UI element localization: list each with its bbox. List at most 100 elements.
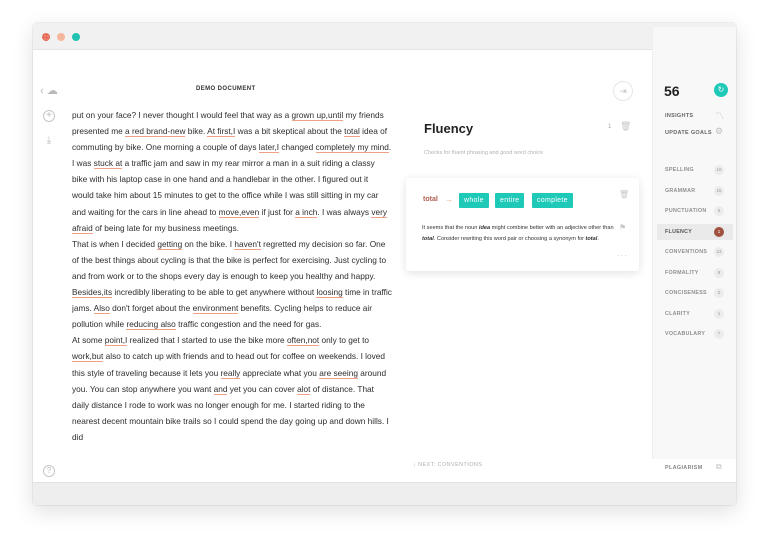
flagged-text[interactable]: point,I	[104, 335, 128, 347]
category-count-badge: 6	[714, 206, 724, 216]
update-goals-link[interactable]: UPDATE GOALS	[665, 130, 712, 136]
flagged-text[interactable]: stuck at	[93, 158, 123, 170]
flagged-text[interactable]: are seeing	[319, 367, 358, 379]
document-text: if just for	[259, 206, 296, 217]
document-text: was a bit skeptical about the	[235, 126, 345, 137]
flagged-text[interactable]: often,not	[286, 335, 320, 347]
explanation-text: might combine better with an adjective o…	[490, 225, 614, 231]
help-icon[interactable]: ?	[43, 465, 55, 477]
flagged-text[interactable]: really	[220, 367, 241, 379]
back-to-documents-icon[interactable]: ‹ ☁	[38, 85, 60, 97]
more-options-icon[interactable]: ···	[617, 251, 628, 260]
flagged-text[interactable]: alot	[297, 383, 311, 395]
category-spelling[interactable]: SPELLING 10	[657, 162, 733, 178]
category-punctuation[interactable]: PUNCTUATION 6	[657, 203, 733, 219]
category-label: CONVENTIONS	[665, 249, 708, 255]
document-paragraph[interactable]: put on your face? I never thought I woul…	[72, 107, 392, 155]
flagged-text[interactable]: getting	[157, 238, 183, 250]
flagged-text[interactable]: a red brand-new	[125, 126, 186, 138]
document-paragraph[interactable]: That is when I decided getting on the bi…	[72, 236, 392, 333]
arrow-right-icon: →	[445, 195, 453, 204]
document-text: yet you can cover	[227, 383, 298, 394]
bottom-bar	[33, 482, 736, 505]
flagged-text[interactable]: completely my mind	[315, 142, 389, 154]
explanation-emphasis: total	[422, 235, 434, 242]
category-conciseness[interactable]: CONCISENESS 2	[657, 285, 733, 301]
document-paragraph[interactable]: At some point,I realized that I started …	[72, 332, 392, 445]
dismiss-all-icon[interactable]: 🗑	[620, 121, 631, 132]
document-text: put on your face? I never thought I woul…	[72, 110, 292, 120]
document-text: changed	[279, 142, 316, 153]
replacement-chip-complete[interactable]: complete	[532, 193, 573, 208]
document-title: DEMO DOCUMENT	[196, 86, 256, 92]
card-subtitle: Checks for fluent phrasing and good word…	[424, 150, 544, 156]
category-count-badge: 1	[714, 308, 724, 319]
replacement-chip-entire[interactable]: entire	[495, 193, 525, 208]
insights-chart-icon[interactable]: 〽	[715, 109, 724, 122]
category-fluency[interactable]: FLUENCY 1	[657, 223, 733, 240]
flagged-text[interactable]: total	[344, 126, 360, 138]
card-issue-count: 1	[608, 124, 612, 130]
document-editor[interactable]: put on your face? I never thought I woul…	[72, 107, 392, 483]
maximize-window-button[interactable]	[72, 33, 80, 41]
download-icon[interactable]: ⤓	[43, 135, 55, 147]
category-count-badge: 2	[714, 288, 724, 298]
category-vocabulary[interactable]: VOCABULARY 7	[657, 326, 733, 342]
explanation-text: . Consider rewriting this word pair or c…	[433, 235, 586, 242]
document-text: appreciate what you	[240, 367, 320, 378]
flagged-text[interactable]: work,but	[72, 351, 104, 363]
category-count-badge: 9	[714, 267, 724, 278]
flagged-text[interactable]: and	[213, 383, 228, 395]
category-count-badge: 23	[714, 247, 724, 257]
category-grammar[interactable]: GRAMMAR 15	[657, 183, 733, 199]
flagged-text[interactable]: haven't	[234, 238, 261, 250]
insights-link[interactable]: INSIGHTS	[665, 113, 693, 119]
category-count-badge: 10	[714, 165, 724, 175]
category-count-badge: 1	[714, 226, 724, 237]
flagged-word: total	[423, 196, 438, 203]
suggestion-card[interactable]: total → whole entire complete 🗑 ⚑ ··· It…	[406, 178, 639, 271]
category-label: SPELLING	[665, 167, 694, 173]
flagged-text[interactable]: a inch	[295, 206, 318, 218]
flagged-text[interactable]: environment	[192, 303, 239, 315]
flagged-text[interactable]: loosing	[316, 287, 343, 299]
category-count-badge: 15	[714, 185, 724, 196]
explanation-text: .	[597, 235, 599, 242]
explanation-text: It seems that the noun	[422, 225, 479, 231]
replacement-chip-whole[interactable]: whole	[459, 193, 489, 208]
category-clarity[interactable]: CLARITY 1	[657, 306, 733, 322]
explanation-emphasis: idea	[478, 225, 491, 231]
document-text: At some	[72, 335, 105, 346]
next-category-link[interactable]: ↓ NEXT: CONVENTIONS	[413, 462, 482, 468]
category-label: FLUENCY	[665, 228, 693, 235]
new-document-icon[interactable]: +	[43, 110, 55, 122]
flagged-text[interactable]: reducing also	[126, 319, 176, 331]
flagged-text[interactable]: grown up,until	[291, 110, 344, 121]
flagged-text[interactable]: Also	[93, 303, 110, 315]
document-text: I was	[72, 158, 94, 169]
category-label: FORMALITY	[665, 269, 699, 276]
category-formality[interactable]: FORMALITY 9	[657, 265, 733, 281]
explanation-emphasis: total	[585, 235, 598, 242]
document-text: incredibly liberating to be able to get …	[112, 287, 317, 298]
collapse-panel-button[interactable]: ⇥	[613, 81, 633, 101]
dismiss-suggestion-icon[interactable]: 🗑	[619, 190, 629, 199]
document-paragraph[interactable]: I was stuck at a traffic jam and saw in …	[72, 155, 392, 235]
category-label: VOCABULARY	[665, 331, 706, 337]
flagged-text[interactable]: Besides,its	[72, 287, 113, 299]
flagged-text[interactable]: later,I	[258, 142, 280, 154]
refresh-icon[interactable]: ↻	[714, 83, 728, 97]
document-text: That is when I decided	[72, 238, 158, 249]
flagged-text[interactable]: At first,I	[207, 126, 236, 138]
plagiarism-link[interactable]: PLAGIARISM	[665, 465, 703, 471]
flagged-text[interactable]: move,even	[218, 206, 260, 218]
title-bar	[33, 23, 736, 50]
settings-gear-icon[interactable]: ⚙	[715, 126, 723, 137]
category-label: GRAMMAR	[665, 187, 696, 194]
left-toolbar: ‹ ☁ + ⤓ ?	[33, 27, 63, 477]
category-conventions[interactable]: CONVENTIONS 23	[657, 244, 733, 260]
plagiarism-icon[interactable]: ⧉	[716, 462, 722, 472]
flag-icon[interactable]: ⚑	[619, 223, 626, 232]
document-text: don't forget about the	[109, 303, 193, 314]
category-count-badge: 7	[714, 329, 724, 339]
